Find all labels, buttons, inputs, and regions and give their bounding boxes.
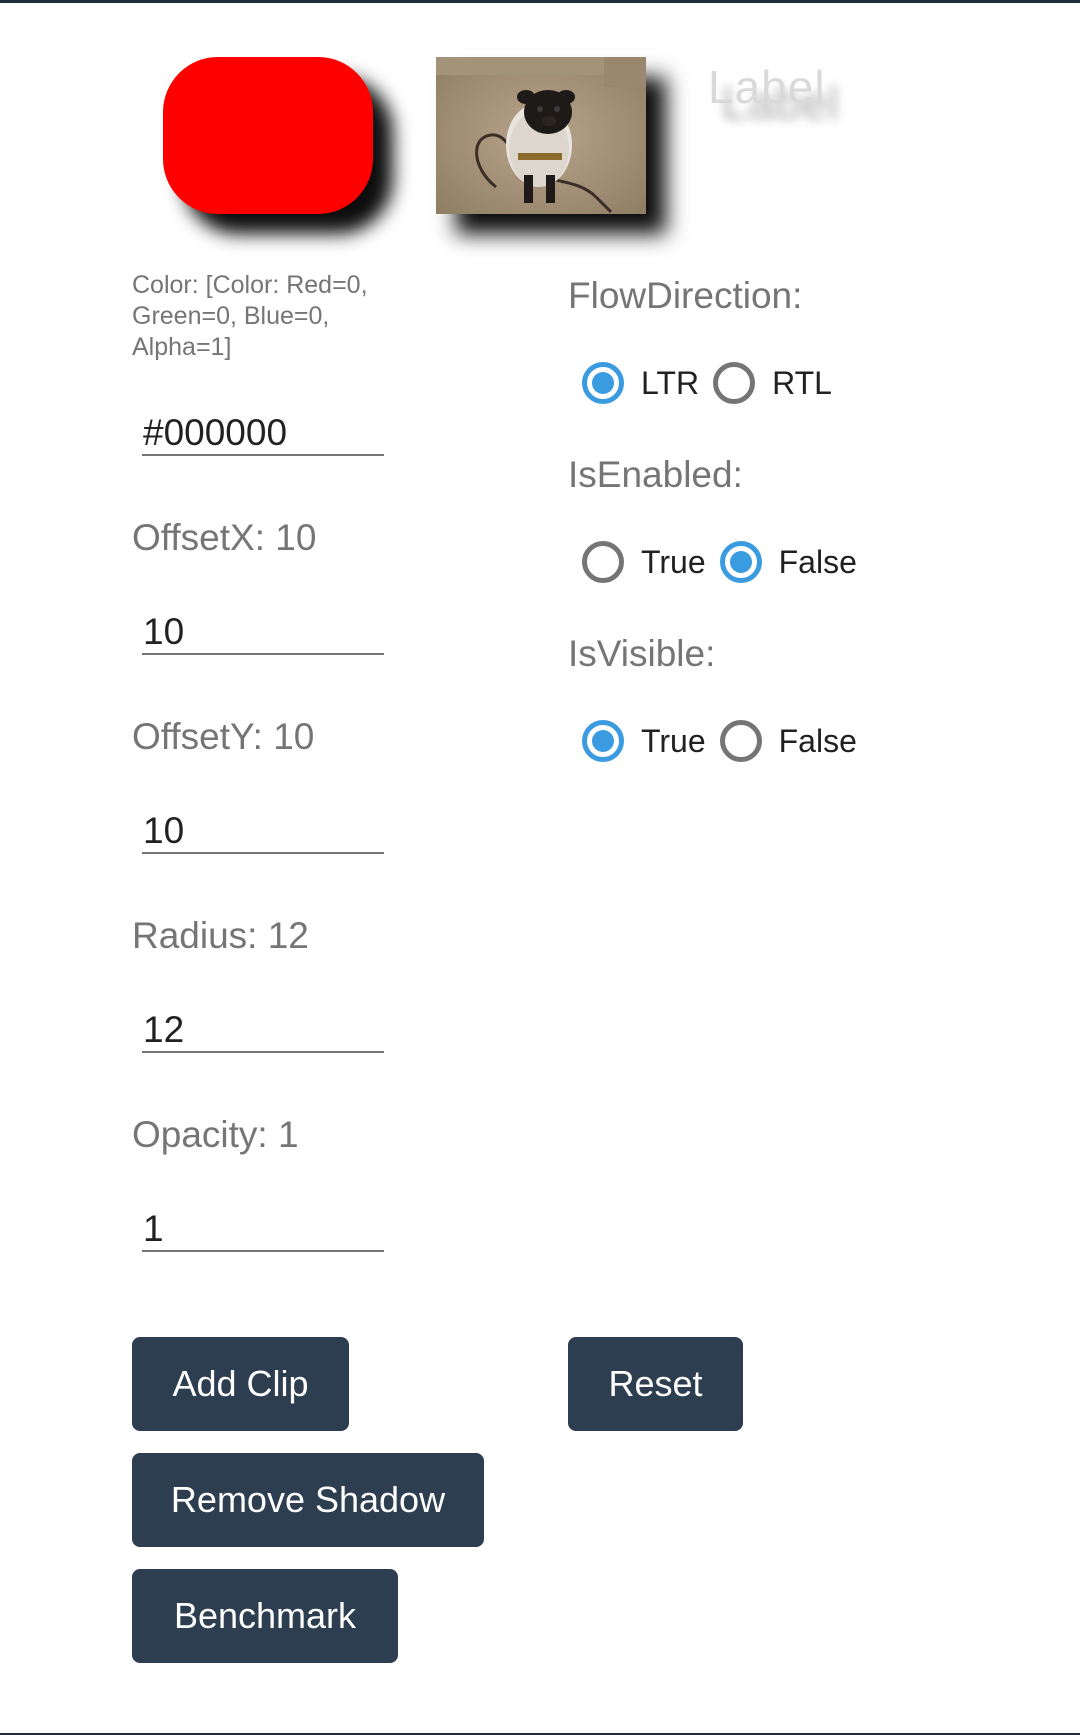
shadow-preview-label: Label (708, 61, 826, 113)
opacity-label: Opacity: 1 (132, 1114, 299, 1155)
offset-x-label: OffsetX: 10 (132, 517, 317, 558)
offset-x-entry[interactable]: 10 (142, 609, 384, 655)
radio-ltr-label: LTR (641, 364, 700, 401)
radio-unchecked-icon (582, 541, 624, 583)
radio-rtl-label: RTL (772, 364, 832, 401)
radio-unchecked-icon (713, 362, 756, 404)
radio-visible-true[interactable]: True (582, 720, 720, 762)
radio-enabled-true-label: True (641, 543, 706, 580)
flow-direction-group: LTR RTL (582, 355, 846, 411)
radio-rtl[interactable]: RTL (713, 362, 846, 404)
flow-direction-label: FlowDirection: (568, 275, 803, 316)
radio-visible-true-label: True (641, 722, 706, 759)
shadow-preview-box (163, 57, 373, 214)
offset-y-entry[interactable]: 10 (142, 808, 384, 854)
radio-enabled-false-label: False (778, 543, 857, 580)
radio-checked-icon (582, 362, 624, 404)
benchmark-button[interactable]: Benchmark (132, 1569, 398, 1663)
is-visible-label: IsVisible: (568, 633, 716, 674)
radio-checked-icon (582, 720, 624, 762)
radio-visible-false[interactable]: False (719, 720, 871, 762)
radio-ltr[interactable]: LTR (582, 362, 713, 404)
is-enabled-group: True False (582, 534, 871, 590)
color-info-text: Color: [Color: Red=0, Green=0, Blue=0, A… (132, 271, 368, 361)
radius-label: Radius: 12 (132, 915, 309, 956)
shadow-preview-image (436, 57, 646, 214)
add-clip-button[interactable]: Add Clip (132, 1337, 349, 1431)
radio-checked-icon (719, 541, 762, 583)
radius-entry[interactable]: 12 (142, 1007, 384, 1053)
offset-y-label: OffsetY: 10 (132, 716, 315, 757)
radio-unchecked-icon (719, 720, 762, 762)
radio-visible-false-label: False (778, 722, 857, 759)
pug-photo (436, 57, 646, 214)
radio-enabled-false[interactable]: False (719, 541, 871, 583)
is-enabled-label: IsEnabled: (568, 454, 743, 495)
opacity-entry[interactable]: 1 (142, 1206, 384, 1252)
color-entry[interactable]: #000000 (142, 410, 384, 456)
is-visible-group: True False (582, 713, 871, 769)
reset-button[interactable]: Reset (568, 1337, 743, 1431)
top-border (0, 0, 1080, 3)
remove-shadow-button[interactable]: Remove Shadow (132, 1453, 484, 1547)
radio-enabled-true[interactable]: True (582, 541, 720, 583)
